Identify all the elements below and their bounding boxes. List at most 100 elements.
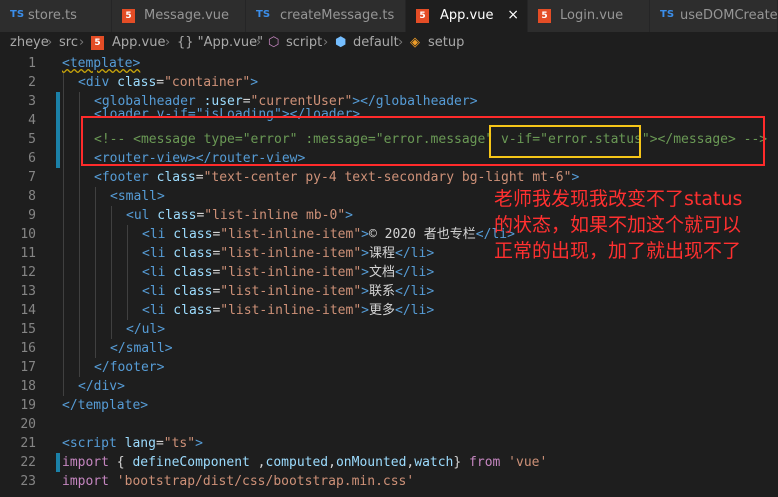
- indent-guide: [79, 320, 80, 339]
- indent-guide: [95, 301, 96, 320]
- annotation-line: 正常的出现，加了就出现不了: [494, 240, 742, 262]
- breadcrumb-item[interactable]: setup: [428, 35, 464, 50]
- indent-guide: [63, 282, 64, 301]
- editor-tab-bar: TS store.ts 5 Message.vue TS createMessa…: [0, 0, 778, 32]
- line-number: 11: [20, 246, 36, 261]
- line-number: 15: [20, 322, 36, 337]
- indent-guide: [63, 358, 64, 377]
- code-text: <template>: [62, 56, 141, 71]
- code-text: <li class="list-inline-item">© 2020 者也专栏…: [142, 227, 515, 242]
- indent-guide: [95, 282, 96, 301]
- indent-guide: [63, 187, 64, 206]
- line-number: 2: [28, 75, 36, 90]
- indent-guide: [63, 320, 64, 339]
- line-number: 4: [28, 113, 36, 128]
- line-number: 22: [20, 455, 36, 470]
- code-text: <div class="container">: [78, 75, 259, 90]
- code-line: 15 </ul>: [0, 320, 778, 339]
- breadcrumb-item[interactable]: App.vue: [112, 35, 165, 50]
- indent-guide: [95, 320, 96, 339]
- indent-guide: [111, 206, 112, 225]
- indent-guide: [95, 187, 96, 206]
- typescript-icon: TS: [256, 9, 271, 20]
- line-number: 6: [28, 151, 36, 166]
- indent-guide: [63, 73, 64, 92]
- chevron-right-icon: ›: [47, 35, 53, 50]
- breadcrumb-item[interactable]: script: [286, 35, 322, 50]
- chevron-right-icon: ›: [323, 35, 329, 50]
- html5-icon: 5: [416, 9, 429, 23]
- code-text: </small>: [110, 341, 173, 356]
- line-number: 3: [28, 94, 36, 109]
- code-line: 7 <footer class="text-center py-4 text-s…: [0, 168, 778, 187]
- git-modified-indicator: [56, 130, 60, 149]
- indent-guide: [63, 301, 64, 320]
- annotation-note: 老师我发现我改变不了status 的状态，如果不加这个就可以 正常的出现，加了就…: [494, 186, 774, 264]
- breadcrumb-item[interactable]: src: [59, 35, 78, 50]
- tab-store-ts[interactable]: TS store.ts: [0, 0, 112, 32]
- indent-guide: [111, 263, 112, 282]
- html5-icon: 5: [91, 36, 104, 50]
- indent-guide: [95, 206, 96, 225]
- indent-guide: [79, 92, 80, 111]
- line-number: 9: [28, 208, 36, 223]
- indent-guide: [127, 282, 128, 301]
- indent-guide: [127, 244, 128, 263]
- indent-guide: [63, 206, 64, 225]
- code-text: <ul class="list-inline mb-0">: [126, 208, 353, 223]
- git-modified-indicator: [56, 149, 60, 168]
- indent-guide: [111, 225, 112, 244]
- code-text: </template>: [62, 398, 149, 413]
- code-line: 23 import 'bootstrap/dist/css/bootstrap.…: [0, 472, 778, 491]
- line-number: 8: [28, 189, 36, 204]
- typescript-icon: TS: [660, 9, 675, 20]
- code-line: 1 <template>: [0, 54, 778, 73]
- indent-guide: [127, 263, 128, 282]
- breadcrumb-item[interactable]: default: [353, 35, 399, 50]
- code-text: <li class="list-inline-item">文档</li>: [142, 265, 435, 280]
- code-text: <li class="list-inline-item">课程</li>: [142, 246, 435, 261]
- symbol-icon: ⬢: [335, 35, 347, 50]
- indent-guide: [79, 358, 80, 377]
- tab-usedomcreate-ts[interactable]: TS useDOMCreate.ts: [650, 0, 778, 32]
- indent-guide: [127, 225, 128, 244]
- indent-guide: [95, 263, 96, 282]
- line-number: 1: [28, 56, 36, 71]
- code-text: </div>: [78, 379, 125, 394]
- indent-guide: [63, 339, 64, 358]
- indent-guide: [95, 225, 96, 244]
- line-number: 17: [20, 360, 36, 375]
- line-number: 19: [20, 398, 36, 413]
- indent-guide: [111, 320, 112, 339]
- code-line: 19 </template>: [0, 396, 778, 415]
- indent-guide: [79, 168, 80, 187]
- indent-guide: [79, 111, 80, 130]
- close-icon[interactable]: ×: [507, 7, 519, 23]
- code-text: <li class="list-inline-item">联系</li>: [142, 284, 435, 299]
- code-text: <small>: [110, 189, 165, 204]
- breadcrumb-item[interactable]: zheye: [10, 35, 49, 50]
- code-line: 2 <div class="container">: [0, 73, 778, 92]
- indent-guide: [63, 225, 64, 244]
- indent-guide: [63, 111, 64, 130]
- tab-createmessage-ts[interactable]: TS createMessage.ts: [246, 0, 406, 32]
- indent-guide: [79, 187, 80, 206]
- code-text: import 'bootstrap/dist/css/bootstrap.min…: [62, 474, 415, 489]
- line-number: 21: [20, 436, 36, 451]
- breadcrumb-item[interactable]: {} "App.vue": [177, 35, 263, 50]
- indent-guide: [63, 244, 64, 263]
- indent-guide: [79, 301, 80, 320]
- code-line: 20: [0, 415, 778, 434]
- line-number: 16: [20, 341, 36, 356]
- code-line: 22 import { defineComponent ,computed,on…: [0, 453, 778, 472]
- tab-app-vue[interactable]: 5 App.vue ×: [406, 0, 528, 32]
- symbol-icon: ◈: [410, 35, 420, 50]
- indent-guide: [111, 244, 112, 263]
- tab-message-vue[interactable]: 5 Message.vue: [112, 0, 246, 32]
- indent-guide: [127, 301, 128, 320]
- line-number: 14: [20, 303, 36, 318]
- tab-login-vue[interactable]: 5 Login.vue: [528, 0, 650, 32]
- breadcrumb: zheye › src › 5 App.vue › {} "App.vue" ›…: [0, 32, 778, 54]
- indent-guide: [79, 263, 80, 282]
- yellow-highlight-box: [489, 125, 641, 158]
